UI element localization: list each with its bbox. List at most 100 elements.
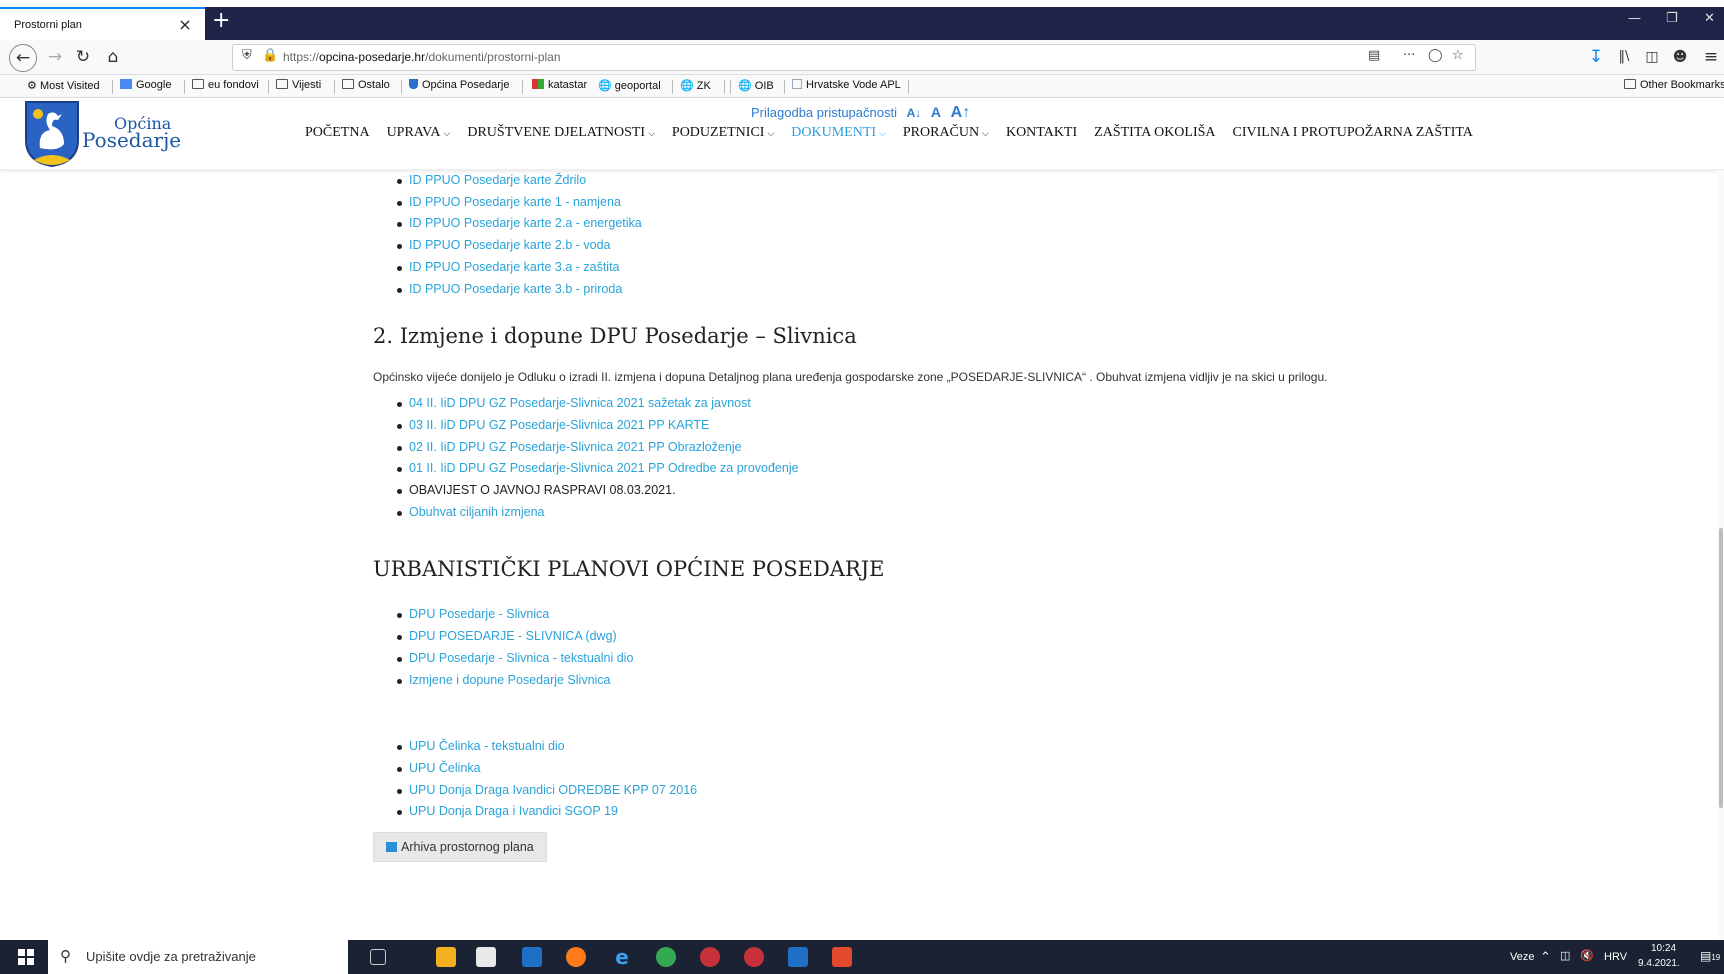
text-normal-button[interactable]: A bbox=[931, 104, 941, 120]
document-link[interactable]: ID PPUO Posedarje karte 2.a - energetika bbox=[373, 213, 1373, 235]
bookmark-geoportal[interactable]: 🌐 geoportal bbox=[598, 79, 661, 92]
site-logo-text[interactable]: Općina Posedarje bbox=[82, 116, 182, 152]
chevron-up-icon[interactable]: ⌃ bbox=[1540, 949, 1551, 965]
reload-icon[interactable]: ↻ bbox=[70, 44, 96, 70]
document-link[interactable]: Izmjene i dopune Posedarje Slivnica bbox=[373, 670, 1373, 692]
clock-date[interactable]: 9.4.2021. bbox=[1638, 958, 1680, 969]
document-link[interactable]: ID PPUO Posedarje karte 2.b - voda bbox=[373, 235, 1373, 257]
page-content: ID PPUO Posedarje karte Ždrilo ID PPUO Po… bbox=[373, 170, 1373, 863]
page-actions-icon[interactable]: ··· bbox=[1403, 48, 1415, 63]
network-icon[interactable]: ◫ bbox=[1560, 949, 1570, 962]
url-bar[interactable]: ⛨ 🔒 https://opcina-posedarje.hr/dokument… bbox=[232, 44, 1476, 71]
language-indicator[interactable]: HRV bbox=[1604, 951, 1627, 963]
document-link[interactable]: ID PPUO Posedarje karte 3.b - priroda bbox=[373, 279, 1373, 301]
bookmark-other[interactable]: Other Bookmarks bbox=[1624, 79, 1724, 91]
forward-icon[interactable]: → bbox=[42, 44, 68, 70]
bookmark-oib[interactable]: 🌐 OIB bbox=[738, 79, 774, 92]
library-icon[interactable]: ‖\ bbox=[1611, 44, 1637, 70]
nav-item-uprava[interactable]: UPRAVA ⌵ bbox=[387, 125, 451, 141]
nav-item-kontakti[interactable]: KONTAKTI bbox=[1006, 125, 1077, 141]
document-link[interactable]: DPU POSEDARJE - SLIVNICA (dwg) bbox=[373, 626, 1373, 648]
document-link[interactable]: 02 II. IiD DPU GZ Posedarje-Slivnica 202… bbox=[373, 437, 1373, 459]
bookmark-folder-eu-fondovi[interactable]: eu fondovi bbox=[192, 79, 259, 91]
back-icon[interactable]: ← bbox=[9, 44, 37, 72]
close-window-icon[interactable]: ✕ bbox=[1704, 11, 1715, 26]
chrome-icon[interactable] bbox=[656, 947, 676, 967]
nav-item-proračun[interactable]: PRORAČUN ⌵ bbox=[903, 125, 989, 141]
chevron-down-icon: ⌵ bbox=[767, 128, 775, 138]
task-view-icon[interactable] bbox=[370, 949, 386, 965]
bookmark-google[interactable]: Google bbox=[120, 79, 171, 91]
firefox-icon[interactable] bbox=[566, 947, 586, 967]
downloads-icon[interactable]: ↧ bbox=[1583, 44, 1609, 70]
document-link[interactable]: 01 II. IiD DPU GZ Posedarje-Slivnica 202… bbox=[373, 458, 1373, 480]
nav-item-početna[interactable]: POČETNA bbox=[305, 125, 370, 141]
lock-icon[interactable]: 🔒 bbox=[262, 48, 278, 63]
outlook-icon[interactable] bbox=[522, 947, 542, 967]
restore-icon[interactable]: ❐ bbox=[1666, 11, 1678, 26]
edge-icon[interactable]: e bbox=[612, 947, 632, 967]
nav-item-civilna-i-protupožarna-zaštita[interactable]: CIVILNA I PROTUPOŽARNA ZAŠTITA bbox=[1233, 125, 1473, 141]
shield-icon[interactable]: ⛨ bbox=[242, 48, 252, 63]
document-link[interactable]: ID PPUO Posedarje karte 1 - namjena bbox=[373, 192, 1373, 214]
tab-close-icon[interactable]: × bbox=[177, 15, 193, 34]
reader-view-icon[interactable]: ▤ bbox=[1368, 48, 1380, 63]
document-link[interactable]: UPU Čelinka bbox=[373, 758, 1373, 780]
outlook-icon[interactable] bbox=[788, 947, 808, 967]
document-link[interactable]: Obuhvat ciljanih izmjena bbox=[373, 502, 1373, 524]
nav-item-zaštita-okoliša[interactable]: ZAŠTITA OKOLIŠA bbox=[1094, 125, 1215, 141]
document-link[interactable]: UPU Čelinka - tekstualni dio bbox=[373, 736, 1373, 758]
windows-taskbar: ⚲ Upišite ovdje za pretraživanje e Veze … bbox=[0, 940, 1724, 974]
minimize-icon[interactable]: — bbox=[1628, 11, 1641, 26]
bookmark-hrvatske-vode[interactable]: Hrvatske Vode APL bbox=[792, 79, 901, 91]
url-text[interactable]: https://opcina-posedarje.hr/dokumenti/pr… bbox=[283, 50, 561, 64]
clock-time[interactable]: 10:24 bbox=[1651, 943, 1676, 954]
app-icon[interactable] bbox=[744, 947, 764, 967]
speaker-muted-icon[interactable]: 🔇 bbox=[1580, 949, 1594, 962]
acrobat-icon[interactable] bbox=[832, 947, 852, 967]
document-link[interactable]: ID PPUO Posedarje karte 3.a - zaštita bbox=[373, 257, 1373, 279]
bookmark-folder-ostalo[interactable]: Ostalo bbox=[342, 79, 390, 91]
page-scrollbar-thumb[interactable] bbox=[1719, 528, 1723, 808]
taskbar-search-box[interactable]: ⚲ Upišite ovdje za pretraživanje bbox=[48, 940, 348, 974]
document-link[interactable]: DPU Posedarje - Slivnica bbox=[373, 604, 1373, 626]
nav-item-poduzetnici[interactable]: PODUZETNICI ⌵ bbox=[672, 125, 774, 141]
bookmark-opcina-posedarje[interactable]: Općina Posedarje bbox=[409, 79, 509, 91]
bookmark-zk[interactable]: 🌐 ZK bbox=[680, 79, 711, 92]
file-explorer-icon[interactable] bbox=[436, 947, 456, 967]
logo-line2: Posedarje bbox=[82, 128, 182, 152]
bookmark-star-icon[interactable]: ☆ bbox=[1452, 48, 1464, 63]
app-icon[interactable] bbox=[700, 947, 720, 967]
bookmark-most-visited[interactable]: ⚙ Most Visited bbox=[27, 79, 100, 92]
notifications-icon[interactable]: ▤19 bbox=[1700, 949, 1720, 963]
municipality-crest-logo[interactable] bbox=[24, 100, 80, 168]
document-link[interactable]: UPU Donja Draga Ivandici ODREDBE KPP 07 … bbox=[373, 780, 1373, 802]
store-icon[interactable] bbox=[476, 947, 496, 967]
bookmark-folder-vijesti[interactable]: Vijesti bbox=[276, 79, 321, 91]
network-label[interactable]: Veze bbox=[1510, 951, 1534, 963]
bookmark-katastar[interactable]: katastar bbox=[532, 79, 587, 91]
document-link[interactable]: UPU Donja Draga i Ivandici SGOP 19 bbox=[373, 801, 1373, 823]
text-decrease-button[interactable]: A↓ bbox=[907, 106, 922, 120]
menu-icon[interactable]: ≡ bbox=[1698, 44, 1724, 70]
account-icon[interactable]: ☻ bbox=[1667, 44, 1693, 70]
new-tab-button[interactable]: + bbox=[212, 9, 230, 33]
document-link[interactable]: 03 II. IiD DPU GZ Posedarje-Slivnica 202… bbox=[373, 415, 1373, 437]
nav-item-label: KONTAKTI bbox=[1005, 125, 1078, 140]
sidebar-icon[interactable]: ◫ bbox=[1639, 44, 1665, 70]
browser-tab-active[interactable]: Prostorni plan × bbox=[0, 7, 205, 40]
document-link[interactable]: 04 II. IiD DPU GZ Posedarje-Slivnica 202… bbox=[373, 393, 1373, 415]
nav-item-dokumenti[interactable]: DOKUMENTI ⌵ bbox=[791, 125, 886, 141]
document-link[interactable]: ID PPUO Posedarje karte Ždrilo bbox=[373, 170, 1373, 192]
windows-start-icon[interactable] bbox=[18, 949, 34, 965]
url-scheme: https:// bbox=[283, 50, 320, 64]
home-icon[interactable]: ⌂ bbox=[100, 44, 126, 70]
document-link[interactable]: DPU Posedarje - Slivnica - tekstualni di… bbox=[373, 648, 1373, 670]
chevron-down-icon: ⌵ bbox=[879, 128, 886, 138]
text-increase-button[interactable]: A↑ bbox=[951, 104, 971, 121]
nav-item-label: UPRAVA bbox=[386, 125, 441, 140]
nav-item-društvene-djelatnosti[interactable]: DRUŠTVENE DJELATNOSTI ⌵ bbox=[467, 125, 655, 141]
pocket-icon[interactable]: ◯ bbox=[1428, 48, 1443, 63]
archive-button[interactable]: Arhiva prostornog plana bbox=[373, 832, 547, 863]
chevron-down-icon: ⌵ bbox=[443, 128, 451, 138]
